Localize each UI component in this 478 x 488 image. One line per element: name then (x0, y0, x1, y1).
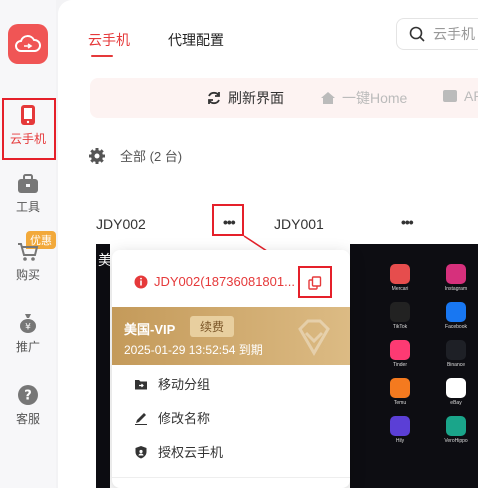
copy-icon[interactable] (308, 276, 322, 290)
device-id-row: JDY002(18736081801... (134, 274, 295, 289)
move-group-item[interactable]: 移动分组 (134, 374, 210, 393)
shield-icon (135, 445, 147, 458)
edit-pencil-icon (135, 412, 147, 425)
rename-item[interactable]: 修改名称 (134, 408, 210, 427)
menu-divider (112, 477, 350, 478)
authorize-phone-item[interactable]: 授权云手机 (134, 442, 223, 461)
vip-plan-name: 美国-VIP (124, 322, 176, 337)
folder-move-icon (135, 379, 147, 389)
diamond-watermark-icon (298, 319, 330, 356)
device-options-popup: JDY002(18736081801... 美国-VIP 续费 2025-01-… (112, 250, 350, 488)
vip-expiry: 2025-01-29 13:52:54 到期 (124, 343, 263, 357)
info-icon (134, 275, 148, 288)
menu-item-label: 修改名称 (158, 411, 211, 426)
renew-button[interactable]: 续费 (190, 316, 235, 337)
device-id-text: JDY002(18736081801... (154, 274, 295, 289)
vip-banner: 美国-VIP 续费 2025-01-29 13:52:54 到期 (112, 307, 350, 365)
menu-item-label: 移动分组 (158, 377, 211, 392)
menu-item-label: 授权云手机 (158, 445, 224, 460)
